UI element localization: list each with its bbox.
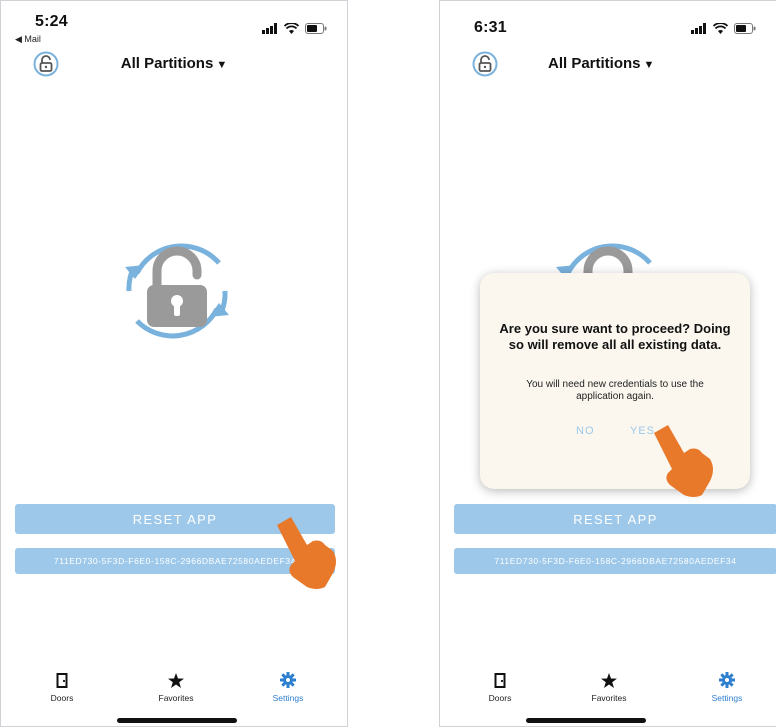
- partition-selector[interactable]: All Partitions ▼: [1, 55, 347, 72]
- no-button[interactable]: NO: [576, 425, 595, 437]
- phone-screen-confirm: 6:31 All Partitions ▼ RESET APP 711ED730-…: [439, 0, 776, 727]
- top-header: All Partitions ▼: [440, 45, 776, 85]
- signal-icon: [691, 23, 706, 34]
- partition-selector[interactable]: All Partitions ▼: [548, 55, 776, 72]
- tab-doors[interactable]: Doors: [27, 671, 97, 703]
- door-icon: [494, 672, 506, 688]
- tab-favorites[interactable]: Favorites: [574, 671, 644, 703]
- wifi-icon: [284, 23, 299, 34]
- status-bar: 6:31: [440, 1, 776, 47]
- caret-down-icon: ▼: [643, 59, 655, 71]
- dialog-title: Are you sure want to proceed? Doing so w…: [499, 321, 731, 352]
- wifi-icon: [713, 23, 728, 34]
- tab-settings-label: Settings: [272, 693, 304, 703]
- battery-icon: [305, 23, 327, 34]
- home-indicator: [526, 718, 646, 723]
- caret-down-icon: ▼: [216, 59, 228, 71]
- battery-icon: [734, 23, 756, 34]
- gear-icon: [280, 672, 296, 688]
- device-id-button[interactable]: 711ED730-5F3D-F6E0-158C-2966DBAE72580AED…: [454, 548, 776, 574]
- dialog-message: You will need new credentials to use the…: [526, 379, 704, 402]
- gear-icon: [719, 672, 735, 688]
- tab-favorites[interactable]: Favorites: [141, 671, 211, 703]
- status-bar: 5:24 ◀ Mail: [1, 1, 347, 47]
- star-icon: [168, 672, 184, 688]
- phone-screen-before: 5:24 ◀ Mail All Partitions▼ RESET APP 7: [0, 0, 348, 727]
- back-to-mail-link[interactable]: ◀ Mail: [15, 34, 41, 45]
- bottom-tab-bar: Doors Favorites Settings: [440, 671, 776, 711]
- lock-logo-icon[interactable]: [472, 51, 498, 77]
- tab-doors[interactable]: Doors: [465, 671, 535, 703]
- tab-favorites-label: Favorites: [591, 693, 627, 703]
- status-icons: [262, 23, 327, 34]
- signal-icon: [262, 23, 277, 34]
- pointer-hand-icon: [277, 517, 336, 589]
- door-icon: [56, 672, 68, 688]
- reset-lock-logo: [125, 243, 229, 339]
- status-icons: [691, 23, 756, 34]
- pointer-hand-icon: [654, 425, 713, 497]
- reset-app-button[interactable]: RESET APP: [454, 504, 776, 534]
- bottom-tab-bar: Doors Favorites Settings: [1, 671, 347, 711]
- tab-doors-label: Doors: [50, 693, 74, 703]
- partition-label: All Partitions: [548, 55, 641, 72]
- tab-settings[interactable]: Settings: [253, 671, 323, 703]
- tab-doors-label: Doors: [488, 693, 512, 703]
- tab-favorites-label: Favorites: [158, 693, 194, 703]
- status-time: 5:24: [35, 13, 68, 30]
- status-time: 6:31: [474, 19, 507, 36]
- partition-label: All Partitions: [120, 55, 214, 72]
- tab-settings-label: Settings: [711, 693, 743, 703]
- tab-settings[interactable]: Settings: [692, 671, 762, 703]
- home-indicator: [117, 718, 237, 723]
- star-icon: [601, 672, 617, 688]
- top-header: All Partitions ▼: [1, 45, 347, 85]
